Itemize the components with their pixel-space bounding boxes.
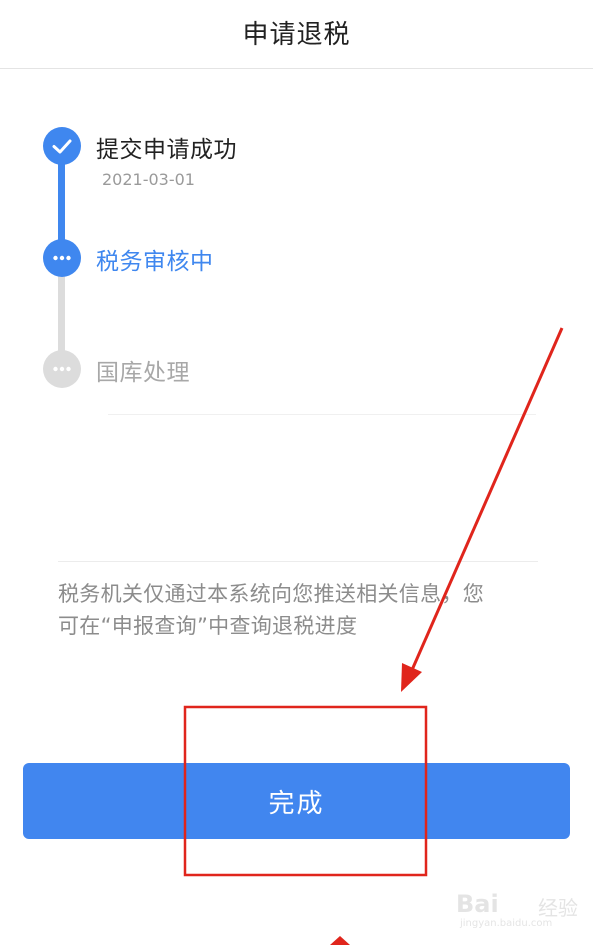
watermark-brand: Bai bbox=[456, 890, 499, 918]
annotation-arrow-fragment bbox=[330, 936, 350, 945]
annotation-arrowhead bbox=[401, 663, 422, 692]
step-label-reviewing: 税务审核中 bbox=[96, 249, 214, 275]
divider bbox=[58, 561, 538, 562]
timeline-connector-pending bbox=[58, 272, 65, 354]
divider bbox=[108, 414, 536, 415]
ellipsis-icon bbox=[43, 239, 81, 277]
step-current-dot bbox=[43, 239, 81, 277]
step-done-dot bbox=[43, 127, 81, 165]
notice-line: 可在“申报查询”中查询退税进度 bbox=[58, 614, 358, 638]
step-date: 2021-03-01 bbox=[102, 170, 195, 189]
step-label-treasury: 国库处理 bbox=[96, 360, 190, 386]
done-button[interactable]: 完成 bbox=[23, 763, 570, 839]
notice-text: 税务机关仅通过本系统向您推送相关信息，您 可在“申报查询”中查询退税进度 bbox=[58, 578, 544, 642]
progress-timeline: 提交申请成功 2021-03-01 税务审核中 国库处理 bbox=[0, 0, 593, 430]
watermark-brand-cn: 经验 bbox=[538, 896, 578, 920]
step-label-submitted: 提交申请成功 bbox=[96, 137, 237, 163]
check-icon bbox=[43, 127, 81, 165]
notice-line: 税务机关仅通过本系统向您推送相关信息，您 bbox=[58, 582, 484, 606]
timeline-connector-done bbox=[58, 160, 65, 244]
baidu-watermark: Bai 经验 jingyan.baidu.com bbox=[452, 880, 592, 930]
step-pending-dot bbox=[43, 350, 81, 388]
ellipsis-icon bbox=[43, 350, 81, 388]
watermark-url: jingyan.baidu.com bbox=[460, 918, 553, 929]
